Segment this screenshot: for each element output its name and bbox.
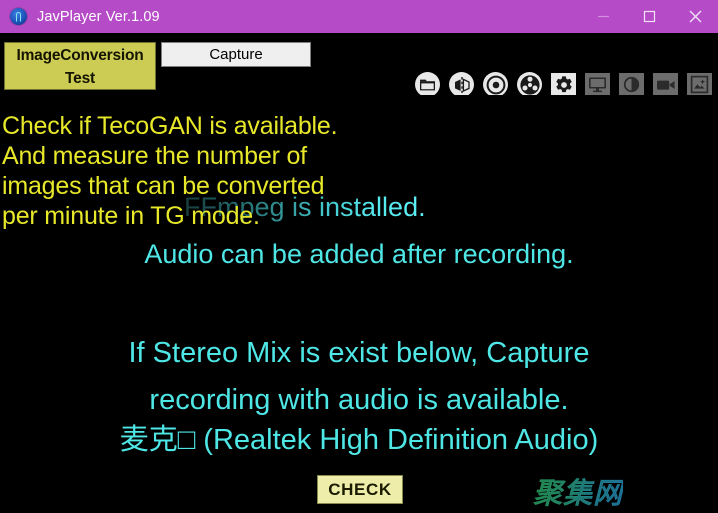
image-conversion-test-line1: ImageConversion — [16, 47, 144, 64]
video-camera-icon[interactable] — [653, 73, 678, 96]
brightness-icon[interactable] — [619, 73, 644, 96]
monitor-icon[interactable] — [585, 73, 610, 96]
image-conversion-test-button[interactable]: ImageConversion Test — [4, 42, 156, 90]
stereo-mix-line-2: recording with audio is available. — [149, 384, 569, 416]
watermark: 聚集网 — [533, 470, 623, 512]
audio-note-text: Audio can be added after recording. — [144, 239, 574, 269]
title-bar: JavPlayer Ver.1.09 — [0, 0, 718, 33]
add-image-icon[interactable] — [687, 73, 712, 96]
capture-button[interactable]: Capture — [161, 42, 311, 67]
tecogan-info-line-1: Check if TecoGAN is available. — [2, 112, 338, 140]
window-controls — [580, 0, 718, 33]
gear-icon[interactable] — [551, 73, 576, 96]
minimize-icon[interactable] — [580, 0, 626, 33]
message-area: Check if TecoGAN is available. And measu… — [0, 95, 718, 513]
window-title: JavPlayer Ver.1.09 — [37, 8, 160, 25]
toolbar: ImageConversion Test Capture DMM,R,DUGA,… — [0, 33, 718, 122]
maximize-icon[interactable] — [626, 0, 672, 33]
tecogan-info-line-2: And measure the number of — [2, 142, 307, 170]
stereo-mix-note: If Stereo Mix is exist below, Capture re… — [0, 330, 718, 424]
javplayer-window: JavPlayer Ver.1.09 ImageConversion Test … — [0, 0, 718, 513]
folder-icon[interactable] — [415, 72, 440, 97]
mirror-flip-icon[interactable] — [449, 72, 474, 97]
color-wheel-icon[interactable] — [517, 72, 542, 97]
tecogan-info-text: Check if TecoGAN is available. And measu… — [2, 111, 338, 231]
javplayer-logo-icon — [10, 8, 27, 25]
audio-device-text: 麦克□ (Realtek High Definition Audio) — [119, 424, 599, 456]
image-conversion-test-line2: Test — [65, 70, 95, 87]
tecogan-info-line-3: images that can be converted — [2, 172, 325, 200]
stereo-mix-line-1: If Stereo Mix is exist below, Capture — [128, 337, 590, 369]
record-icon[interactable] — [483, 72, 508, 97]
check-button[interactable]: CHECK — [317, 475, 403, 504]
tecogan-info-line-4: per minute in TG mode. — [2, 202, 260, 230]
close-icon[interactable] — [672, 0, 718, 33]
toolbar-icon-row — [415, 72, 712, 97]
